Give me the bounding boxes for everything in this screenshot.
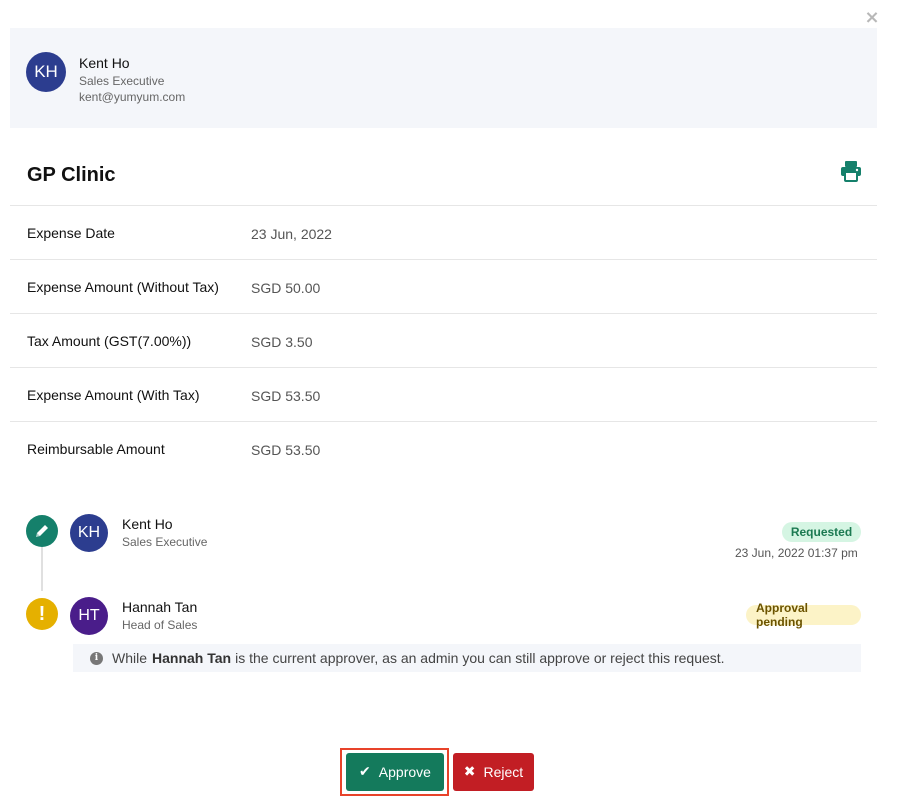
detail-row: Expense Amount (Without Tax) SGD 50.00 [10,259,877,313]
timeline-connector [41,547,43,591]
detail-label: Reimbursable Amount [27,441,165,457]
reject-label: Reject [483,764,524,780]
detail-value: SGD 3.50 [251,334,313,350]
detail-label: Tax Amount (GST(7.00%)) [27,333,192,349]
timestamp: 23 Jun, 2022 01:37 pm [735,546,858,560]
detail-row: Expense Date 23 Jun, 2022 [10,205,877,259]
status-badge: Requested [782,522,861,542]
approver-role: Head of Sales [122,618,198,632]
exclamation-icon: ! [26,598,58,630]
approver-name: Kent Ho [122,516,173,532]
pencil-icon [26,515,58,547]
detail-label: Expense Amount (With Tax) [27,387,200,403]
avatar: HT [70,597,108,635]
notice-approver: Hannah Tan [152,650,232,666]
detail-value: SGD 53.50 [251,442,321,458]
close-icon[interactable]: × [864,9,880,27]
admin-notice: i While Hannah Tan is the current approv… [73,644,861,672]
info-icon: i [90,651,103,665]
requester-card: KH Kent Ho Sales Executive kent@yumyum.c… [10,28,877,128]
requester-role: Sales Executive [79,74,165,88]
detail-label: Expense Date [27,225,115,241]
detail-row: Reimbursable Amount SGD 53.50 [10,421,877,475]
detail-row: Expense Amount (With Tax) SGD 53.50 [10,367,877,421]
approver-role: Sales Executive [122,535,208,549]
expense-title: GP Clinic [27,164,116,186]
approve-label: Approve [378,764,431,780]
requester-name: Kent Ho [79,55,130,71]
notice-suffix: is the current approver, as an admin you… [235,650,725,666]
requester-email: kent@yumyum.com [79,90,186,104]
detail-value: SGD 50.00 [251,280,321,296]
notice-prefix: While [112,650,148,666]
detail-value: 23 Jun, 2022 [251,226,332,242]
check-icon: ✔ [359,764,371,780]
reject-button[interactable]: ✖ Reject [453,753,534,791]
detail-row: Tax Amount (GST(7.00%)) SGD 3.50 [10,313,877,367]
detail-label: Expense Amount (Without Tax) [27,279,219,295]
approver-name: Hannah Tan [122,599,198,615]
status-badge: Approval pending [746,601,861,629]
expense-details: Expense Date 23 Jun, 2022 Expense Amount… [10,205,877,475]
avatar: KH [70,514,108,552]
approve-button[interactable]: ✔ Approve [346,753,444,791]
avatar: KH [26,52,66,92]
x-icon: ✖ [463,764,476,780]
printer-icon[interactable] [840,160,862,182]
detail-value: SGD 53.50 [251,388,321,404]
